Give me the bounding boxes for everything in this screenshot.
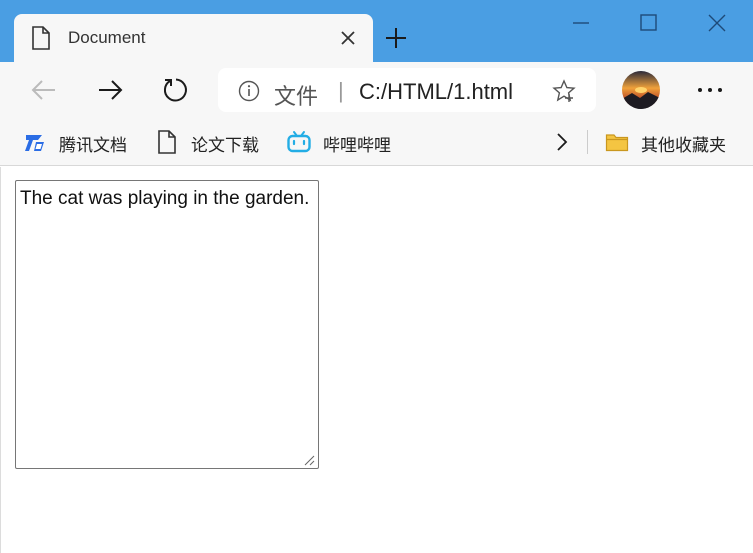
title-bar: Document	[0, 0, 753, 62]
text-area[interactable]: The cat was playing in the garden.	[15, 180, 319, 469]
tab-close-icon[interactable]	[336, 26, 360, 50]
address-url[interactable]: C:/HTML/1.html	[359, 79, 513, 105]
close-icon[interactable]	[706, 12, 728, 34]
folder-icon	[605, 134, 629, 152]
address-scheme-label: 文件	[274, 85, 319, 110]
resize-grip-icon[interactable]	[301, 452, 315, 466]
address-separator: |	[338, 78, 344, 103]
more-icon[interactable]	[694, 76, 726, 104]
back-arrow-icon[interactable]	[30, 76, 58, 104]
bookmark-bilibili[interactable]: 哔哩哔哩	[287, 128, 399, 156]
bilibili-icon	[287, 131, 311, 153]
page-content: The cat was playing in the garden.	[0, 167, 753, 553]
info-icon[interactable]	[238, 80, 260, 102]
bookmark-label: 哔哩哔哩	[323, 136, 391, 156]
document-icon	[158, 130, 176, 154]
profile-avatar[interactable]	[622, 71, 660, 109]
favorite-star-icon[interactable]	[552, 79, 576, 103]
bookmarks-divider	[587, 130, 588, 154]
tencent-docs-icon	[25, 135, 44, 151]
refresh-icon[interactable]	[162, 76, 190, 104]
browser-tab[interactable]: Document	[14, 14, 373, 62]
avatar-image	[622, 71, 660, 109]
navigation-bar: 文件 | C:/HTML/1.html	[0, 62, 753, 118]
tab-title: Document	[68, 28, 146, 47]
bookmark-paper-download[interactable]: 论文下载	[155, 128, 267, 156]
minimize-icon[interactable]	[570, 12, 592, 34]
forward-arrow-icon[interactable]	[96, 76, 124, 104]
maximize-icon[interactable]	[638, 12, 660, 34]
bookmark-tencent-docs[interactable]: 腾讯文档	[23, 128, 135, 156]
bookmarks-bar: 腾讯文档 论文下载 哔哩哔哩 其他收藏夹	[0, 118, 753, 166]
chevron-right-icon[interactable]	[552, 130, 572, 154]
other-favorites-label: 其他收藏夹	[641, 136, 726, 156]
new-tab-icon[interactable]	[384, 26, 408, 50]
bookmark-label: 论文下载	[191, 136, 259, 156]
document-icon	[32, 26, 50, 50]
address-bar[interactable]: 文件 | C:/HTML/1.html	[218, 68, 596, 112]
bookmark-label: 腾讯文档	[59, 136, 127, 156]
other-favorites[interactable]: 其他收藏夹	[605, 128, 745, 156]
